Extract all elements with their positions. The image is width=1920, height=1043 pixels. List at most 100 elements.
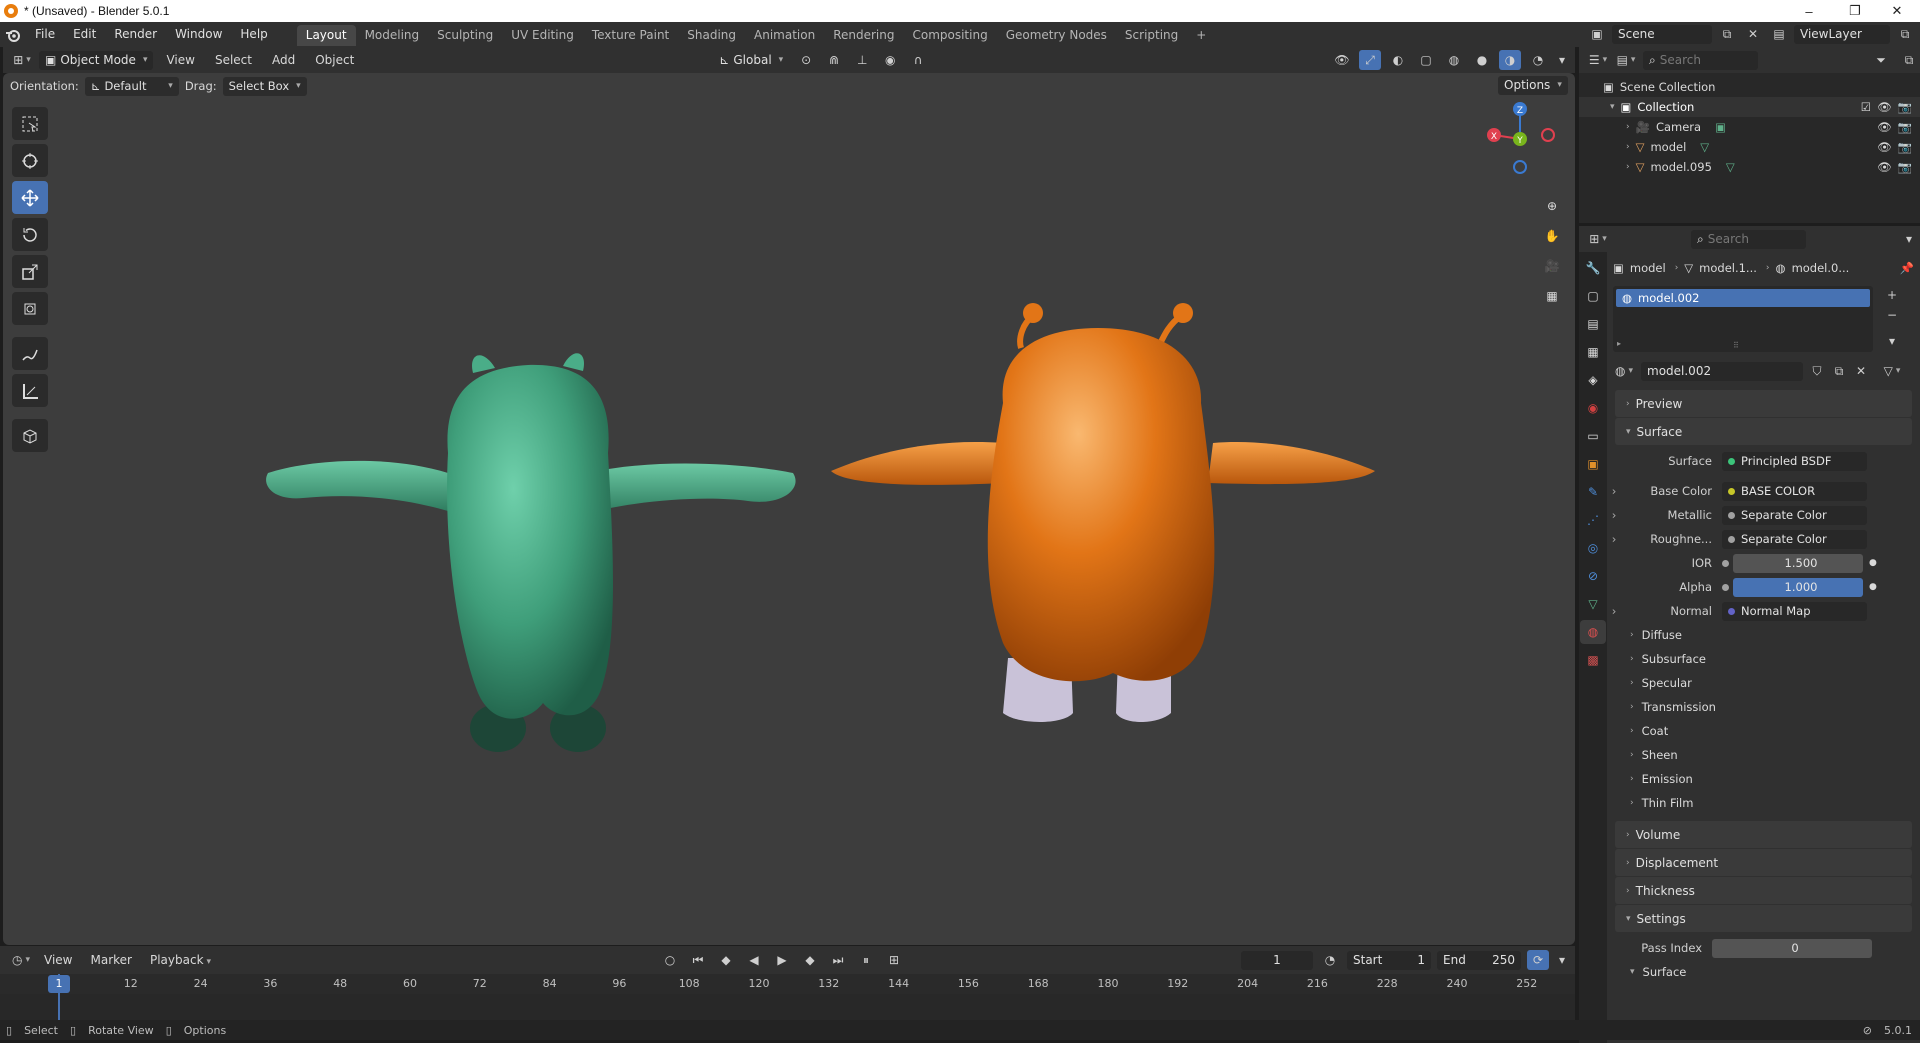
viewport-menu-object[interactable]: Object bbox=[308, 53, 361, 67]
current-frame-field[interactable]: 1 bbox=[1241, 950, 1313, 970]
orange-character[interactable] bbox=[831, 303, 1375, 722]
clock-icon[interactable]: ◔ bbox=[1319, 950, 1341, 970]
menu-edit[interactable]: Edit bbox=[64, 22, 105, 47]
view-layer-icon[interactable]: ▤ bbox=[1768, 24, 1790, 44]
collection-tab-icon[interactable]: ▭ bbox=[1580, 424, 1606, 448]
ior-field[interactable]: 1.500 bbox=[1733, 553, 1863, 573]
material-slot-item[interactable]: ◍ model.002 bbox=[1616, 289, 1870, 307]
material-name-field[interactable]: model.002 bbox=[1641, 361, 1803, 381]
overlay-icon[interactable]: ◐ bbox=[1387, 50, 1409, 70]
alpha-field[interactable]: 1.000 bbox=[1733, 577, 1863, 597]
jump-keyframe-forward-icon[interactable]: ◆ bbox=[799, 950, 821, 970]
outliner-item-model-095[interactable]: › ▽ model.095 ▽ 👁 📷 bbox=[1579, 157, 1920, 177]
panel-preview[interactable]: › Preview bbox=[1615, 390, 1912, 417]
add-slot-icon[interactable]: + bbox=[1883, 286, 1901, 304]
menu-window[interactable]: Window bbox=[166, 22, 231, 47]
viewport-menu-add[interactable]: Add bbox=[265, 53, 302, 67]
record-icon[interactable]: ○ bbox=[659, 950, 681, 970]
auto-key-icon[interactable]: ⊞ bbox=[883, 950, 905, 970]
expand-icon[interactable]: › bbox=[1626, 122, 1630, 132]
panel-thickness[interactable]: › Thickness bbox=[1615, 877, 1912, 904]
menu-help[interactable]: Help bbox=[231, 22, 276, 47]
jump-keyframe-back-icon[interactable]: ◆ bbox=[715, 950, 737, 970]
visibility-eye-icon[interactable]: 👁 bbox=[1877, 160, 1892, 174]
visibility-eye-icon[interactable]: 👁 bbox=[1877, 100, 1892, 114]
camera-view-icon[interactable]: 🎥 bbox=[1539, 253, 1565, 279]
render-camera-icon[interactable]: 📷 bbox=[1898, 120, 1912, 134]
panel-displacement[interactable]: › Displacement bbox=[1615, 849, 1912, 876]
surface-shader-field[interactable]: Principled BSDF bbox=[1722, 451, 1867, 471]
start-frame-field[interactable]: Start 1 bbox=[1347, 950, 1431, 970]
subpanel-specular[interactable]: › Specular bbox=[1607, 671, 1920, 695]
navigation-gizmo[interactable]: Z X Y bbox=[1478, 87, 1558, 187]
new-scene-icon[interactable]: ⧉ bbox=[1716, 24, 1738, 44]
tab-layout[interactable]: Layout bbox=[296, 25, 356, 46]
tab-animation[interactable]: Animation bbox=[745, 25, 824, 46]
texture-tab-icon[interactable]: ▩ bbox=[1580, 648, 1606, 672]
constraints-tab-icon[interactable]: ⊘ bbox=[1580, 564, 1606, 588]
material-shading-icon[interactable]: ◑ bbox=[1499, 50, 1521, 70]
editor-type-icon[interactable]: ⊞ ▾ bbox=[11, 50, 33, 70]
visibility-eye-icon[interactable]: 👁 bbox=[1877, 120, 1892, 134]
menu-file[interactable]: File bbox=[26, 22, 64, 47]
browse-material-icon[interactable]: ◍ ▾ bbox=[1613, 361, 1635, 381]
view-layer-field[interactable]: ViewLayer bbox=[1794, 24, 1890, 44]
viewport-menu-select[interactable]: Select bbox=[208, 53, 259, 67]
duplicate-material-icon[interactable]: ⧉ bbox=[1831, 361, 1847, 381]
collection-row[interactable]: ▾ ▣ Collection ☑ 👁 📷 bbox=[1579, 97, 1920, 117]
collection-checkbox[interactable]: ☑ bbox=[1861, 100, 1871, 114]
fake-user-icon[interactable]: ⛉ bbox=[1809, 361, 1825, 381]
subpanel-sheen[interactable]: › Sheen bbox=[1607, 743, 1920, 767]
timeline-editor-type-icon[interactable]: ◷ ▾ bbox=[10, 950, 32, 970]
viewport-menu-view[interactable]: View bbox=[159, 53, 201, 67]
outliner-item-model[interactable]: › ▽ model ▽ 👁 📷 bbox=[1579, 137, 1920, 157]
snap-target-icon[interactable]: ⊥ bbox=[851, 50, 873, 70]
shading-options-icon[interactable]: ▾ bbox=[1555, 50, 1569, 70]
subpanel-thin-film[interactable]: › Thin Film bbox=[1607, 791, 1920, 815]
timeline-menu-playback[interactable]: Playback ▾ bbox=[144, 953, 217, 967]
proportional-edit-icon[interactable]: ◉ bbox=[879, 50, 901, 70]
keyframe-area[interactable] bbox=[0, 994, 1575, 1020]
render-tab-icon[interactable]: ▢ bbox=[1580, 284, 1606, 308]
sync-icon[interactable]: ⟳ bbox=[1527, 950, 1549, 970]
tab-shading[interactable]: Shading bbox=[678, 25, 745, 46]
tab-uv-editing[interactable]: UV Editing bbox=[502, 25, 583, 46]
timeline-menu-marker[interactable]: Marker bbox=[84, 953, 137, 967]
tab-compositing[interactable]: Compositing bbox=[903, 25, 996, 46]
close-button[interactable]: ✕ bbox=[1874, 0, 1920, 22]
menu-render[interactable]: Render bbox=[105, 22, 166, 47]
modifier-tab-icon[interactable]: ✎ bbox=[1580, 480, 1606, 504]
render-camera-icon[interactable]: 📷 bbox=[1898, 100, 1912, 114]
scene-selector-icon[interactable]: ▣ bbox=[1586, 24, 1608, 44]
expand-icon[interactable]: › bbox=[1607, 604, 1621, 618]
data-tab-icon[interactable]: ▽ bbox=[1580, 592, 1606, 616]
roughness-field[interactable]: Separate Color bbox=[1722, 529, 1867, 549]
base-color-field[interactable]: BASE COLOR bbox=[1722, 481, 1867, 501]
settings-surface-subpanel[interactable]: ▾ Surface bbox=[1607, 960, 1920, 984]
properties-options-icon[interactable]: ▾ bbox=[1898, 229, 1920, 249]
end-frame-field[interactable]: End 250 bbox=[1437, 950, 1521, 970]
remove-slot-icon[interactable]: − bbox=[1883, 306, 1901, 324]
subpanel-coat[interactable]: › Coat bbox=[1607, 719, 1920, 743]
add-workspace-button[interactable]: + bbox=[1187, 25, 1215, 46]
properties-editor-type-icon[interactable]: ⊞ ▾ bbox=[1587, 229, 1609, 249]
subpanel-transmission[interactable]: › Transmission bbox=[1607, 695, 1920, 719]
render-camera-icon[interactable]: 📷 bbox=[1898, 140, 1912, 154]
world-tab-icon[interactable]: ◉ bbox=[1580, 396, 1606, 420]
jump-end-icon[interactable]: ⏭ bbox=[827, 950, 849, 970]
normal-field[interactable]: Normal Map bbox=[1722, 601, 1867, 621]
snap-icon[interactable]: ⋒ bbox=[823, 50, 845, 70]
visibility-icon[interactable]: 👁 bbox=[1331, 50, 1353, 70]
expand-icon[interactable]: › bbox=[1607, 532, 1621, 546]
transform-orientation[interactable]: ⊾ Global ▾ bbox=[713, 51, 789, 70]
xray-icon[interactable]: ▢ bbox=[1415, 50, 1437, 70]
solid-shading-icon[interactable]: ● bbox=[1471, 50, 1493, 70]
neg-x-handle[interactable] bbox=[1541, 128, 1555, 142]
expand-icon[interactable]: › bbox=[1607, 508, 1621, 522]
display-mode-icon[interactable]: ▤ ▾ bbox=[1615, 50, 1637, 70]
unlink-material-icon[interactable]: ✕ bbox=[1853, 361, 1869, 381]
outliner-item-camera[interactable]: › 🎥 Camera ▣ 👁 📷 bbox=[1579, 117, 1920, 137]
gizmo-toggle-icon[interactable]: ⤢ bbox=[1359, 50, 1381, 70]
rendered-shading-icon[interactable]: ◔ bbox=[1527, 50, 1549, 70]
jump-start-icon[interactable]: ⏮ bbox=[687, 950, 709, 970]
